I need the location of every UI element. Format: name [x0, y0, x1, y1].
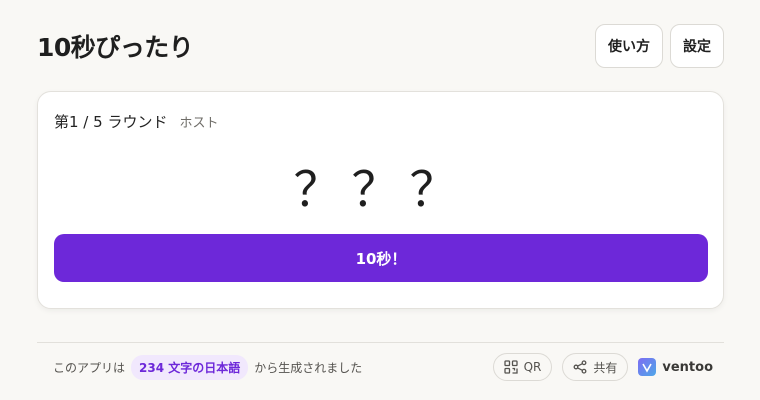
brand-name: ventoo	[662, 359, 713, 375]
share-label: 共有	[593, 360, 618, 375]
qr-code-icon	[503, 360, 518, 374]
share-icon	[573, 360, 587, 374]
hidden-time-display: ？？？	[293, 162, 468, 218]
app-header: 10秒ぴったり 使い方 設定	[37, 24, 724, 68]
brand[interactable]: ventoo	[638, 358, 713, 376]
qr-label: QR	[523, 360, 542, 374]
ventoo-logo-icon	[638, 358, 657, 376]
how-to-button[interactable]: 使い方	[595, 24, 663, 68]
role-label: ホスト	[179, 116, 219, 131]
share-button[interactable]: 共有	[562, 353, 629, 381]
page-title: 10秒ぴったり	[37, 33, 194, 62]
round-label: 第1 / 5 ラウンド	[54, 113, 168, 131]
generation-prefix: このアプリは	[53, 360, 126, 375]
generation-note: このアプリは 234 文字の日本語 から生成されました	[53, 354, 363, 380]
generation-suffix: から生成されました	[254, 360, 363, 375]
footer-divider	[37, 342, 724, 343]
source-chip[interactable]: 234 文字の日本語	[131, 354, 249, 380]
footer: このアプリは 234 文字の日本語 から生成されました QR 共有 ventoo	[53, 353, 713, 381]
ten-seconds-button[interactable]: 10秒！	[54, 234, 708, 282]
qr-button[interactable]: QR	[492, 353, 553, 381]
footer-actions: QR 共有 ventoo	[492, 353, 713, 381]
header-actions: 使い方 設定	[595, 24, 724, 68]
round-info: 第1 / 5 ラウンド ホスト	[54, 111, 218, 132]
settings-button[interactable]: 設定	[670, 24, 724, 68]
game-card: 第1 / 5 ラウンド ホスト ？？？ 10秒！	[37, 91, 724, 309]
